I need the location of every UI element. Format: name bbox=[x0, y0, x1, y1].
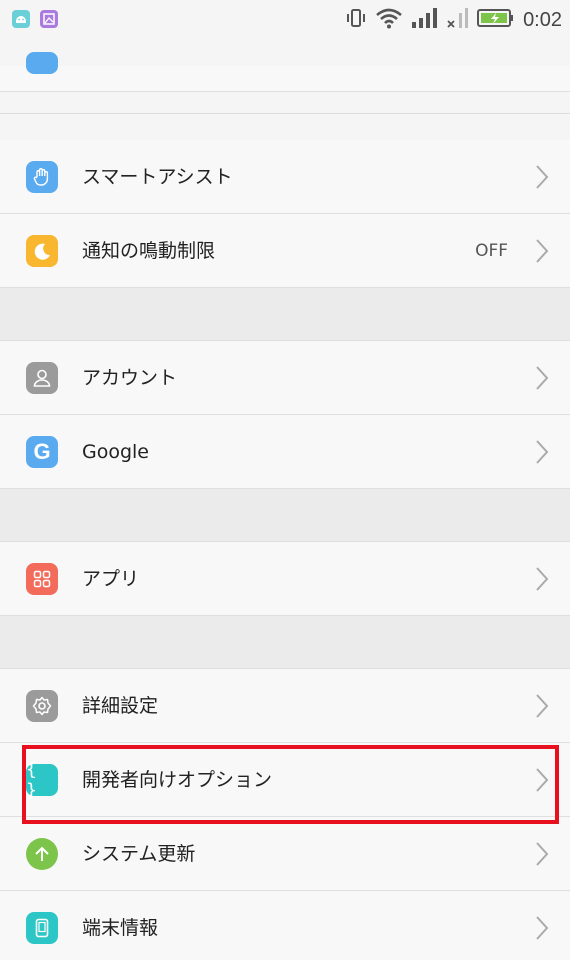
chevron-right-icon bbox=[536, 239, 549, 263]
chevron-right-icon bbox=[536, 366, 549, 390]
settings-item-google[interactable]: G Google bbox=[0, 415, 570, 489]
chevron-right-icon bbox=[536, 842, 549, 866]
phone-icon bbox=[26, 912, 58, 944]
settings-item-label: 開発者向けオプション bbox=[82, 769, 273, 791]
settings-item-advanced[interactable]: 詳細設定 bbox=[0, 669, 570, 743]
settings-item-label: 通知の鳴動制限 bbox=[82, 240, 216, 262]
settings-item-do-not-disturb[interactable]: 通知の鳴動制限 OFF bbox=[0, 214, 570, 288]
chevron-right-icon bbox=[536, 165, 549, 189]
braces-icon: { } bbox=[26, 759, 58, 801]
section-gap bbox=[0, 616, 570, 669]
signal-icon bbox=[411, 7, 438, 33]
section-gap bbox=[0, 489, 570, 542]
settings-item-smart-assist[interactable]: スマートアシスト bbox=[0, 140, 570, 214]
vibrate-icon bbox=[345, 7, 367, 33]
settings-item-label: スマートアシスト bbox=[82, 166, 233, 188]
clock: 0:02 bbox=[523, 8, 562, 31]
settings-item-label: アカウント bbox=[82, 367, 178, 389]
apps-grid-icon bbox=[26, 563, 58, 595]
settings-item-about-phone[interactable]: 端末情報 bbox=[0, 891, 570, 960]
partial-row[interactable] bbox=[0, 52, 570, 92]
section-gap bbox=[0, 288, 570, 341]
status-value: OFF bbox=[475, 241, 508, 261]
moon-icon bbox=[26, 235, 58, 267]
status-bar: 0:02 bbox=[0, 0, 570, 40]
hand-icon bbox=[26, 161, 58, 193]
settings-item-label: 端末情報 bbox=[82, 917, 159, 939]
google-icon: G bbox=[26, 436, 58, 468]
person-icon bbox=[26, 362, 58, 394]
chevron-right-icon bbox=[536, 694, 549, 718]
android-debug-icon bbox=[12, 10, 30, 28]
chevron-right-icon bbox=[536, 916, 549, 940]
chevron-right-icon bbox=[536, 440, 549, 464]
settings-item-label: アプリ bbox=[82, 568, 140, 590]
wifi-icon bbox=[375, 7, 403, 33]
chevron-right-icon bbox=[536, 768, 549, 792]
chevron-right-icon bbox=[536, 567, 549, 591]
settings-item-label: Google bbox=[82, 441, 150, 463]
gear-icon bbox=[26, 690, 58, 722]
settings-item-developer-options[interactable]: { } 開発者向けオプション bbox=[0, 743, 570, 817]
settings-item-account[interactable]: アカウント bbox=[0, 341, 570, 415]
settings-item-apps[interactable]: アプリ bbox=[0, 542, 570, 616]
signal-off-icon bbox=[445, 7, 469, 33]
settings-item-label: 詳細設定 bbox=[82, 695, 159, 717]
battery-charging-icon bbox=[477, 7, 515, 33]
settings-item-system-update[interactable]: システム更新 bbox=[0, 817, 570, 891]
settings-item-label: システム更新 bbox=[82, 843, 196, 865]
image-notification-icon bbox=[40, 10, 58, 28]
arrow-up-icon bbox=[26, 838, 58, 870]
